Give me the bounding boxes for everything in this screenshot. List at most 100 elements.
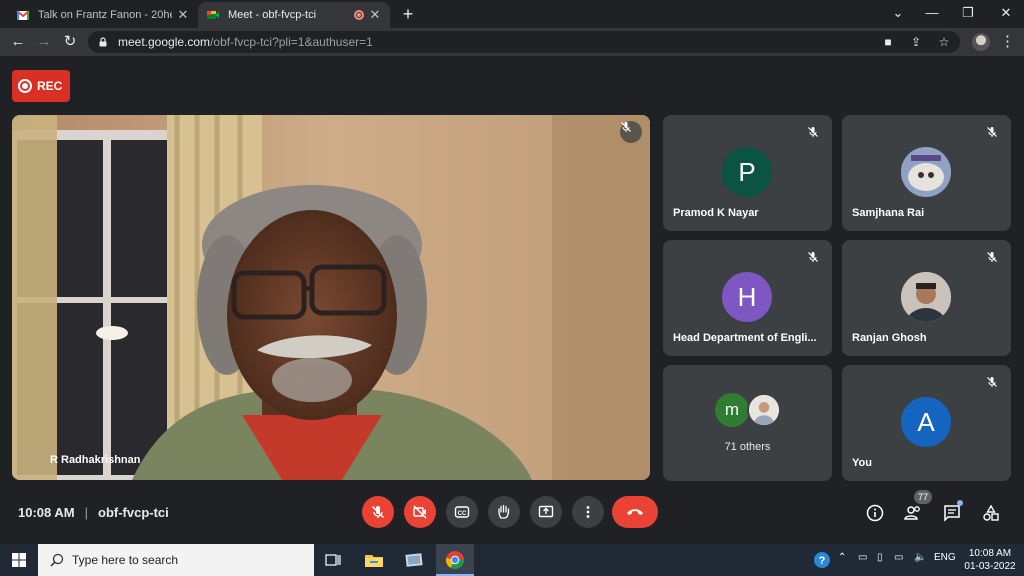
- taskbar-clock[interactable]: 10:08 AM 01-03-2022: [962, 547, 1018, 573]
- new-tab-button[interactable]: +: [398, 4, 418, 25]
- participant-name: Head Department of Engli...: [673, 332, 817, 344]
- mic-off-icon: [371, 505, 385, 519]
- info-icon: [866, 504, 884, 522]
- browser-toolbar: ← → ↻ meet.google.com/obf-fvcp-tci?pli=1…: [0, 28, 1024, 56]
- participant-tile[interactable]: Ranjan Ghosh: [842, 240, 1011, 356]
- participant-tile[interactable]: H Head Department of Engli...: [663, 240, 832, 356]
- camera-toggle-button[interactable]: [404, 496, 436, 528]
- browser-menu-icon[interactable]: ⋮: [1000, 32, 1015, 50]
- avatar: A: [901, 397, 951, 447]
- browser-tab-strip: Talk on Frantz Fanon - 20heph03 ✕ Meet -…: [0, 0, 1024, 28]
- self-tile[interactable]: A You: [842, 365, 1011, 481]
- captions-button[interactable]: CC: [446, 496, 478, 528]
- file-explorer-icon[interactable]: [362, 548, 386, 572]
- svg-text:CC: CC: [458, 511, 467, 517]
- meet-tray-icon[interactable]: ▭: [858, 552, 867, 563]
- camera-off-icon: [413, 505, 427, 519]
- activities-icon: [983, 504, 999, 521]
- main-speaker-tile[interactable]: R Radhakrishnan: [12, 115, 650, 480]
- meeting-details-button[interactable]: [864, 502, 886, 524]
- record-icon: [18, 79, 32, 93]
- start-button[interactable]: [0, 544, 38, 576]
- muted-icon: [620, 121, 642, 143]
- taskbar-search-input[interactable]: Type here to search: [38, 544, 314, 576]
- muted-icon: [981, 121, 1003, 143]
- meeting-code: obf-fvcp-tci: [98, 505, 169, 520]
- recording-indicator-icon: [354, 10, 364, 20]
- tab-search-chevron-icon[interactable]: ⌄: [880, 2, 916, 24]
- restore-button[interactable]: ❐: [950, 2, 986, 24]
- tray-overflow-chevron-icon[interactable]: ⌃: [838, 552, 846, 563]
- activities-button[interactable]: [980, 502, 1002, 524]
- hand-icon: [498, 504, 510, 519]
- rec-label: REC: [37, 79, 63, 93]
- chat-notification-dot: [957, 500, 963, 506]
- avatar-photo: [901, 272, 951, 322]
- leave-call-button[interactable]: [612, 496, 658, 528]
- close-tab-icon[interactable]: ✕: [176, 7, 190, 23]
- tab-gmail[interactable]: Talk on Frantz Fanon - 20heph03 ✕: [8, 2, 198, 28]
- address-bar[interactable]: meet.google.com/obf-fvcp-tci?pli=1&authu…: [88, 31, 960, 53]
- more-vert-icon: [586, 506, 590, 518]
- chat-icon: [944, 505, 960, 522]
- raise-hand-button[interactable]: [488, 496, 520, 528]
- participant-name: Ranjan Ghosh: [852, 332, 927, 344]
- screen: Talk on Frantz Fanon - 20heph03 ✕ Meet -…: [0, 0, 1024, 576]
- input-language[interactable]: ENG: [934, 552, 956, 563]
- search-icon: [50, 553, 64, 567]
- close-tab-icon[interactable]: ✕: [368, 7, 382, 23]
- back-button[interactable]: ←: [8, 32, 28, 52]
- tab-meet[interactable]: Meet - obf-fvcp-tci ✕: [198, 2, 390, 28]
- bookmark-star-icon[interactable]: ☆: [936, 34, 952, 50]
- avatar: P: [722, 147, 772, 197]
- help-icon[interactable]: ?: [810, 548, 834, 572]
- participant-name: You: [852, 457, 872, 469]
- people-button[interactable]: [902, 502, 924, 524]
- chrome-icon[interactable]: [443, 548, 467, 572]
- muted-icon: [802, 246, 824, 268]
- participant-tile[interactable]: P Pramod K Nayar: [663, 115, 832, 231]
- clock-date: 01-03-2022: [964, 561, 1016, 572]
- meeting-time: 10:08 AM: [18, 505, 75, 520]
- usb-icon[interactable]: ▯: [877, 552, 883, 563]
- share-icon[interactable]: ⇪: [908, 34, 924, 50]
- clock-time: 10:08 AM: [968, 548, 1012, 559]
- avatar: m: [715, 393, 749, 427]
- minimize-button[interactable]: —: [914, 2, 950, 24]
- avatar-photo: [901, 147, 951, 197]
- avatar: H: [722, 272, 772, 322]
- muted-icon: [981, 246, 1003, 268]
- speaker-video-feed: [12, 115, 650, 480]
- photos-app-icon[interactable]: [402, 548, 426, 572]
- captions-icon: CC: [454, 506, 470, 518]
- forward-button[interactable]: →: [34, 32, 54, 52]
- divider: |: [84, 505, 88, 520]
- others-count-label: 71 others: [724, 441, 771, 453]
- camera-in-use-icon[interactable]: ■: [880, 34, 896, 50]
- recording-badge[interactable]: REC: [12, 70, 70, 102]
- participant-tile[interactable]: Samjhana Rai: [842, 115, 1011, 231]
- more-options-button[interactable]: [572, 496, 604, 528]
- profile-avatar[interactable]: [972, 33, 990, 51]
- lock-icon: [99, 37, 107, 47]
- present-screen-button[interactable]: [530, 496, 562, 528]
- meet-icon: [207, 11, 219, 19]
- svg-text:?: ?: [819, 555, 826, 567]
- close-window-button[interactable]: ✕: [988, 2, 1024, 24]
- tab-title: Meet - obf-fvcp-tci: [228, 9, 317, 21]
- task-view-icon[interactable]: [321, 548, 345, 572]
- muted-icon: [802, 121, 824, 143]
- url-path: /obf-fvcp-tci?pli=1&authuser=1: [210, 35, 373, 49]
- people-icon: [904, 506, 920, 520]
- reload-button[interactable]: ↻: [60, 32, 80, 52]
- muted-icon: [981, 371, 1003, 393]
- address-bar-actions: ■ ⇪ ☆: [880, 34, 952, 50]
- mic-toggle-button[interactable]: [362, 496, 394, 528]
- avatar-photo: [747, 393, 781, 427]
- battery-icon[interactable]: ▭: [894, 552, 903, 563]
- others-tile[interactable]: m 71 others: [663, 365, 832, 481]
- volume-icon[interactable]: 🔈: [914, 552, 926, 563]
- participant-name: Pramod K Nayar: [673, 207, 759, 219]
- speaker-name: R Radhakrishnan: [50, 454, 141, 466]
- gmail-icon: [16, 10, 30, 20]
